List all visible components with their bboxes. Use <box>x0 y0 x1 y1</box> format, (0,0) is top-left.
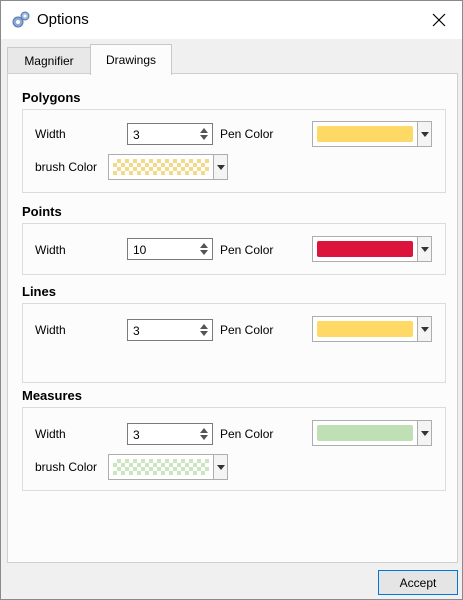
points-width-spinner[interactable]: 10 <box>127 238 213 260</box>
polygons-width-label: Width <box>35 127 66 141</box>
measures-brush-label: brush Color <box>35 460 98 474</box>
polygons-brush-swatch <box>113 159 209 175</box>
polygons-pen-dropdown[interactable] <box>417 121 432 147</box>
points-width-value: 10 <box>133 243 147 257</box>
lines-width-label: Width <box>35 323 66 337</box>
lines-pen-dropdown[interactable] <box>417 316 432 342</box>
spin-up-icon[interactable] <box>200 128 208 133</box>
spin-down-icon[interactable] <box>200 435 208 440</box>
spin-down-icon[interactable] <box>200 135 208 140</box>
close-button[interactable] <box>416 1 462 39</box>
measures-title: Measures <box>22 388 82 403</box>
measures-pen-swatch <box>317 425 413 441</box>
chevron-down-icon <box>420 246 429 252</box>
polygons-brush-color-button[interactable] <box>108 154 214 180</box>
tab-drawings[interactable]: Drawings <box>90 44 172 75</box>
drawings-panel: Polygons Width 3 Pen Color brush Color P… <box>7 73 458 563</box>
spin-down-icon[interactable] <box>200 331 208 336</box>
lines-group: Width 3 Pen Color <box>22 303 446 383</box>
points-pen-dropdown[interactable] <box>417 236 432 262</box>
measures-brush-swatch <box>113 459 209 475</box>
polygons-width-spinner[interactable]: 3 <box>127 123 213 145</box>
points-pen-swatch <box>317 241 413 257</box>
points-pen-color-button[interactable] <box>312 236 418 262</box>
points-title: Points <box>22 204 62 219</box>
title-bar: Options <box>1 1 462 39</box>
polygons-pen-color-button[interactable] <box>312 121 418 147</box>
measures-width-label: Width <box>35 427 66 441</box>
polygons-brush-label: brush Color <box>35 160 98 174</box>
measures-brush-dropdown[interactable] <box>213 454 228 480</box>
polygons-brush-dropdown[interactable] <box>213 154 228 180</box>
lines-width-value: 3 <box>133 324 140 338</box>
points-width-label: Width <box>35 243 66 257</box>
measures-pen-dropdown[interactable] <box>417 420 432 446</box>
measures-pen-label: Pen Color <box>220 427 274 441</box>
tab-magnifier[interactable]: Magnifier <box>7 47 91 74</box>
spin-up-icon[interactable] <box>200 243 208 248</box>
polygons-group: Width 3 Pen Color brush Color <box>22 109 446 193</box>
spin-down-icon[interactable] <box>200 250 208 255</box>
measures-group: Width 3 Pen Color brush Color <box>22 407 446 491</box>
gears-icon <box>12 11 30 28</box>
points-pen-label: Pen Color <box>220 243 274 257</box>
measures-pen-color-button[interactable] <box>312 420 418 446</box>
measures-width-value: 3 <box>133 428 140 442</box>
chevron-down-icon <box>216 464 225 470</box>
chevron-down-icon <box>420 131 429 137</box>
measures-brush-color-button[interactable] <box>108 454 214 480</box>
polygons-width-value: 3 <box>133 128 140 142</box>
polygons-pen-label: Pen Color <box>220 127 274 141</box>
lines-pen-color-button[interactable] <box>312 316 418 342</box>
measures-width-spinner[interactable]: 3 <box>127 423 213 445</box>
lines-pen-swatch <box>317 321 413 337</box>
polygons-title: Polygons <box>22 90 81 105</box>
chevron-down-icon <box>420 430 429 436</box>
lines-pen-label: Pen Color <box>220 323 274 337</box>
lines-title: Lines <box>22 284 56 299</box>
close-icon <box>432 13 446 27</box>
chevron-down-icon <box>216 164 225 170</box>
polygons-pen-swatch <box>317 126 413 142</box>
options-window: Options Magnifier Drawings Polygons Widt… <box>0 0 463 600</box>
spin-up-icon[interactable] <box>200 324 208 329</box>
accept-button[interactable]: Accept <box>378 570 458 595</box>
points-group: Width 10 Pen Color <box>22 223 446 275</box>
lines-width-spinner[interactable]: 3 <box>127 319 213 341</box>
spin-up-icon[interactable] <box>200 428 208 433</box>
window-title: Options <box>37 11 89 28</box>
chevron-down-icon <box>420 326 429 332</box>
